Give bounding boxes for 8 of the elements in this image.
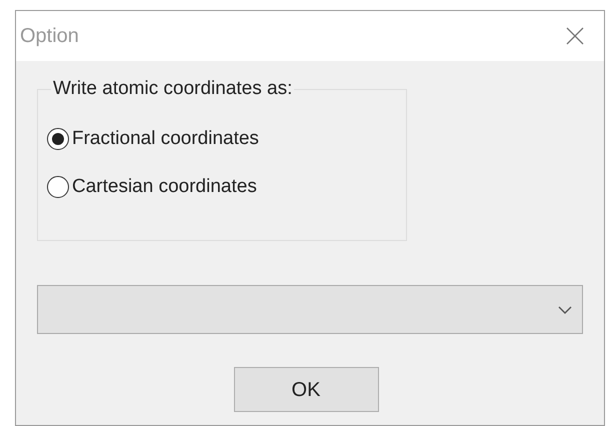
radio-option[interactable]: Fractional coordinates (47, 127, 259, 151)
window-title: Option (20, 24, 79, 49)
ok-button[interactable]: OK (234, 367, 378, 412)
radio-button[interactable] (47, 176, 69, 198)
chevron-down-icon (558, 306, 572, 314)
close-icon (565, 26, 585, 46)
radio-option[interactable]: Cartesian coordinates (47, 175, 259, 199)
radio-button[interactable] (47, 128, 69, 150)
